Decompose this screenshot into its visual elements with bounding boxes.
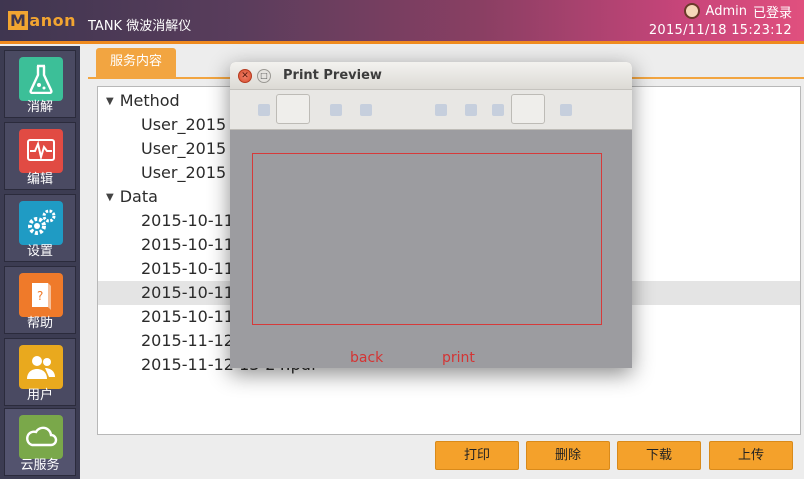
tab-service-content[interactable]: 服务内容 <box>96 48 176 78</box>
user-name[interactable]: Admin <box>706 4 747 19</box>
sidebar-item-label: 设置 <box>26 244 53 259</box>
close-icon[interactable]: ✕ <box>238 69 252 83</box>
app-header: Manon TANK 微波消解仪 Admin 已登录 2015/11/18 15… <box>0 0 804 43</box>
sidebar: 消解 编辑 设置 ? 帮助 用户 云服务 <box>0 46 80 479</box>
cloud-icon <box>19 415 63 459</box>
tree-item[interactable]: 2015-10-11 <box>141 209 234 233</box>
app-title: TANK 微波消解仪 <box>88 19 192 34</box>
upload-button[interactable]: 上传 <box>709 441 793 470</box>
page-setup-button[interactable] <box>511 94 545 124</box>
users-icon <box>19 345 63 389</box>
brand-logo: Manon <box>8 11 76 30</box>
dialog-toolbar <box>230 90 632 130</box>
back-button[interactable]: back <box>350 350 383 366</box>
svg-text:?: ? <box>37 289 43 303</box>
tree-folder-data[interactable]: ▼ Data <box>106 185 158 209</box>
sidebar-item-digest[interactable]: 消解 <box>4 50 76 118</box>
tree-folder-method[interactable]: ▼ Method <box>106 89 180 113</box>
tree-item[interactable]: User_2015 <box>141 113 226 137</box>
user-area: Admin 已登录 2015/11/18 15:23:12 <box>649 2 792 38</box>
delete-button[interactable]: 删除 <box>526 441 610 470</box>
sidebar-item-cloud[interactable]: 云服务 <box>4 408 76 476</box>
sidebar-item-edit[interactable]: 编辑 <box>4 122 76 190</box>
maximize-icon[interactable]: □ <box>257 69 271 83</box>
sidebar-item-label: 云服务 <box>20 458 60 473</box>
datetime: 2015/11/18 15:23:12 <box>648 23 792 38</box>
portrait-icon[interactable] <box>435 104 447 116</box>
flask-icon <box>19 57 63 101</box>
fit-width-icon[interactable] <box>258 104 270 116</box>
tree-item[interactable]: User_2015 <box>141 161 226 185</box>
print-preview-dialog: ✕ □ Print Preview back print <box>230 62 632 368</box>
header-accent-line <box>0 41 804 44</box>
fit-page-button[interactable] <box>276 94 310 124</box>
zoom-out-icon[interactable] <box>360 104 372 116</box>
help-book-icon: ? <box>19 273 63 317</box>
dialog-title: Print Preview <box>283 68 382 83</box>
sidebar-item-label: 帮助 <box>26 316 53 331</box>
sidebar-item-label: 用户 <box>26 388 53 403</box>
last-page-icon[interactable] <box>560 104 572 116</box>
sidebar-item-label: 编辑 <box>26 172 53 187</box>
sidebar-item-users[interactable]: 用户 <box>4 338 76 406</box>
login-status: 已登录 <box>752 5 792 21</box>
sidebar-item-help[interactable]: ? 帮助 <box>4 266 76 334</box>
tree-item[interactable]: User_2015 <box>141 137 226 161</box>
tree-item[interactable]: 2015-10-11 <box>141 305 234 329</box>
print-preview-button[interactable]: print <box>442 350 475 366</box>
waveform-icon <box>19 129 63 173</box>
sidebar-item-settings[interactable]: 设置 <box>4 194 76 262</box>
expand-triangle-icon[interactable]: ▼ <box>106 96 114 107</box>
expand-triangle-icon[interactable]: ▼ <box>106 192 114 203</box>
tree-item[interactable]: 2015-10-11 <box>141 257 234 281</box>
preview-page <box>252 153 602 325</box>
zoom-in-icon[interactable] <box>330 104 342 116</box>
tree-item[interactable]: 2015-11-12 <box>141 329 234 353</box>
tree-item[interactable]: 2015-10-11 <box>141 233 234 257</box>
first-page-icon[interactable] <box>492 104 504 116</box>
print-button[interactable]: 打印 <box>435 441 519 470</box>
sidebar-item-label: 消解 <box>26 100 53 115</box>
gears-icon <box>19 201 63 245</box>
download-button[interactable]: 下载 <box>617 441 701 470</box>
landscape-icon[interactable] <box>465 104 477 116</box>
avatar[interactable] <box>683 3 700 19</box>
dialog-titlebar[interactable]: ✕ □ Print Preview <box>230 62 632 90</box>
